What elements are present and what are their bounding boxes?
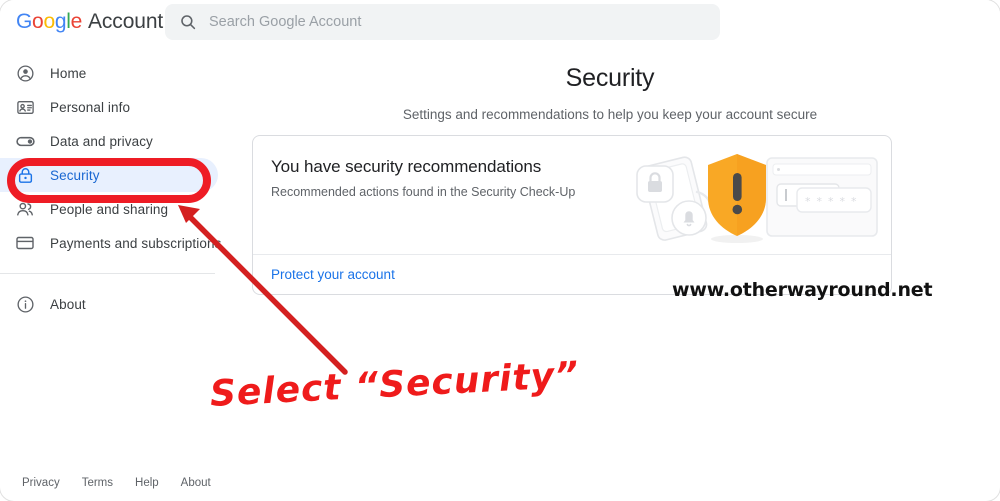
footer-link-about[interactable]: About	[181, 477, 211, 489]
sidebar-item-people-and-sharing[interactable]: People and sharing	[0, 192, 218, 226]
credit-card-icon	[14, 232, 36, 254]
sidebar-item-payments-and-subscriptions[interactable]: Payments and subscriptions	[0, 226, 222, 260]
footer-links: Privacy Terms Help About	[22, 477, 211, 489]
sidebar-item-label: Personal info	[50, 99, 131, 115]
svg-text:*****: *****	[805, 195, 863, 208]
sidebar-item-label: About	[50, 296, 86, 312]
logo-letter-o1: o	[32, 10, 44, 33]
sidebar-item-label: People and sharing	[50, 201, 169, 217]
security-recommendations-card: You have security recommendations Recomm…	[252, 135, 892, 295]
footer-link-terms[interactable]: Terms	[82, 477, 113, 489]
lock-badge-icon	[636, 165, 674, 203]
lock-icon	[14, 164, 36, 186]
callout-text: Select “Security”	[208, 354, 581, 415]
card-heading: You have security recommendations	[271, 157, 542, 176]
sidebar-divider	[0, 273, 215, 274]
logo-letter-G: G	[16, 10, 33, 33]
toggle-switch-icon	[14, 130, 36, 152]
card-body: You have security recommendations Recomm…	[253, 136, 891, 254]
sidebar-item-about[interactable]: About	[0, 287, 218, 321]
footer-link-privacy[interactable]: Privacy	[22, 477, 60, 489]
search-icon	[179, 13, 197, 31]
page-title: Security	[565, 64, 655, 92]
id-card-icon	[14, 96, 36, 118]
account-circle-icon	[14, 62, 36, 84]
people-icon	[14, 198, 36, 220]
sidebar-item-label: Payments and subscriptions	[50, 235, 222, 251]
sidebar-item-label: Data and privacy	[50, 133, 153, 149]
info-circle-icon	[14, 293, 36, 315]
sidebar-item-home[interactable]: Home	[0, 56, 218, 90]
warning-shield-icon	[708, 154, 766, 243]
sidebar-navigation: Home Personal info Data and privacy Secu…	[0, 56, 222, 321]
google-account-security-screen: Google Account Home	[0, 0, 1000, 501]
google-account-brand[interactable]: Google Account	[16, 10, 163, 34]
logo-letter-g: g	[54, 10, 67, 33]
main-content: Security Settings and recommendations to…	[220, 56, 1000, 295]
page-subtitle: Settings and recommendations to help you…	[402, 107, 818, 122]
brand-product-name: Account	[87, 10, 164, 33]
footer-link-help[interactable]: Help	[135, 477, 159, 489]
search-bar[interactable]	[165, 4, 720, 40]
sidebar-item-label: Home	[50, 65, 87, 81]
sidebar-item-security[interactable]: Security	[0, 158, 218, 192]
google-logo: Google	[16, 10, 82, 34]
card-footer: Protect your account	[253, 254, 891, 294]
protect-your-account-link[interactable]: Protect your account	[271, 267, 395, 282]
browser-password-window-icon: *****	[766, 157, 878, 237]
card-subheading: Recommended actions found in the Securit…	[271, 185, 576, 199]
security-checkup-illustration: *****	[619, 146, 889, 246]
sidebar-item-data-and-privacy[interactable]: Data and privacy	[0, 124, 218, 158]
sidebar-item-personal-info[interactable]: Personal info	[0, 90, 218, 124]
sidebar-item-label: Security	[50, 167, 100, 183]
logo-letter-o2: o	[43, 10, 55, 33]
app-header: Google Account	[0, 0, 1000, 44]
search-input[interactable]	[209, 14, 689, 30]
logo-letter-e: e	[70, 10, 83, 33]
